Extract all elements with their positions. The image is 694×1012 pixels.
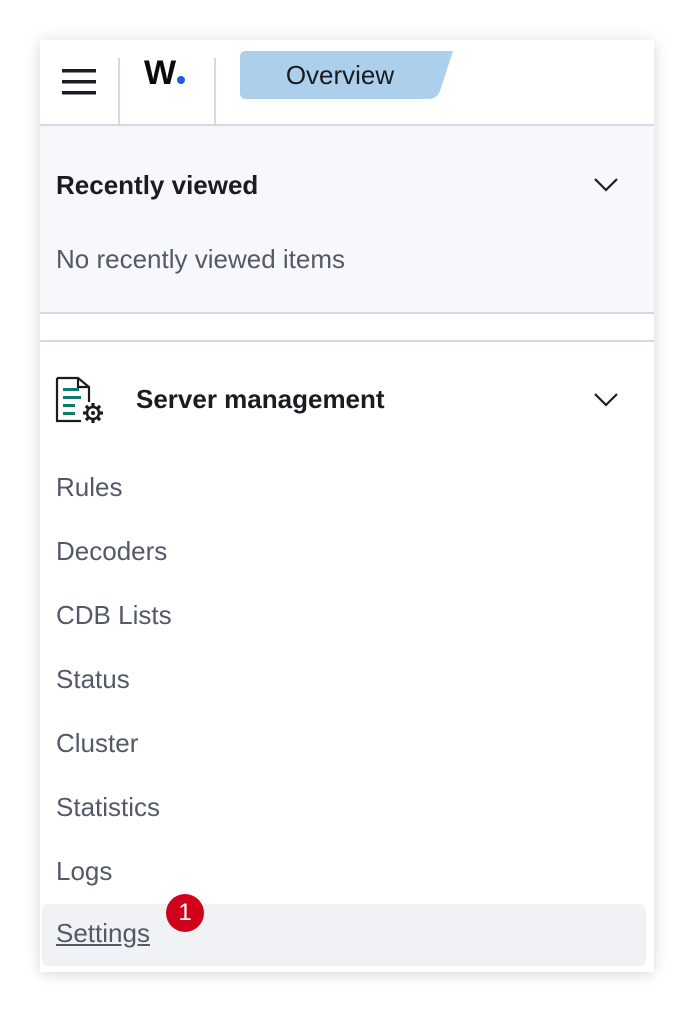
nav-item-settings[interactable]: Settings bbox=[56, 918, 150, 949]
header-bar: W Overview bbox=[40, 40, 654, 126]
step-badge: 1 bbox=[166, 894, 204, 932]
breadcrumb-overview[interactable]: Overview bbox=[240, 51, 453, 99]
nav-item-logs[interactable]: Logs bbox=[56, 856, 112, 887]
app-logo[interactable]: W bbox=[144, 54, 186, 94]
nav-item-decoders[interactable]: Decoders bbox=[56, 536, 167, 567]
nav-item-statistics[interactable]: Statistics bbox=[56, 792, 160, 823]
server-settings-icon bbox=[55, 376, 103, 423]
breadcrumb-label: Overview bbox=[285, 59, 395, 90]
logo-dot bbox=[177, 76, 186, 84]
hamburger-menu-icon bbox=[62, 69, 96, 95]
recently-viewed-empty-text: No recently viewed items bbox=[56, 244, 345, 274]
chevron-down-icon[interactable] bbox=[592, 170, 620, 198]
nav-item-cdb-lists[interactable]: CDB Lists bbox=[56, 600, 172, 631]
server-management-title[interactable]: Server management bbox=[136, 384, 385, 415]
navigation-panel: W Overview Recently viewed No recently v… bbox=[40, 40, 654, 972]
recently-viewed-section: Recently viewed No recently viewed items bbox=[40, 126, 654, 314]
header-separator bbox=[214, 58, 216, 124]
chevron-down-icon[interactable] bbox=[592, 385, 620, 413]
nav-item-status[interactable]: Status bbox=[56, 664, 130, 695]
nav-item-cluster[interactable]: Cluster bbox=[56, 728, 138, 759]
recently-viewed-title: Recently viewed bbox=[56, 170, 259, 200]
nav-item-settings-row[interactable]: Settings bbox=[42, 904, 646, 966]
section-divider bbox=[40, 340, 654, 342]
nav-item-rules[interactable]: Rules bbox=[56, 472, 122, 503]
header-separator bbox=[118, 58, 120, 124]
logo-text: W bbox=[144, 54, 176, 92]
menu-toggle-button[interactable] bbox=[40, 40, 118, 124]
